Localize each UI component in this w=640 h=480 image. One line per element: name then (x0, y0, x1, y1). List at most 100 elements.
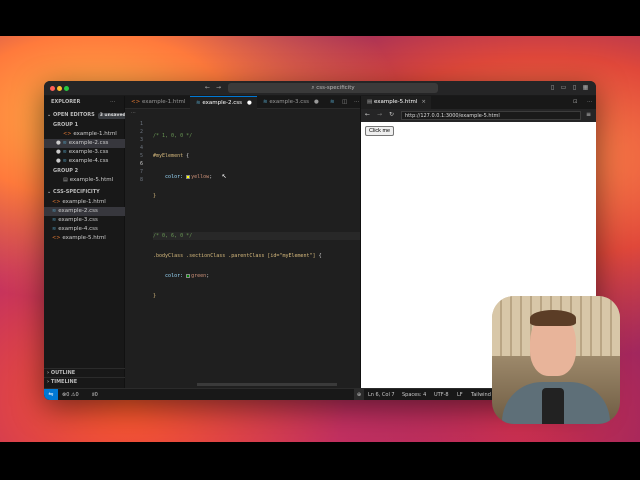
close-window-button[interactable] (50, 86, 55, 91)
tab-example-1-html[interactable]: <> example-1.html (125, 96, 190, 109)
more-actions-icon[interactable]: ··· (110, 98, 120, 107)
unsaved-dot-icon: ● (247, 100, 252, 106)
tab-example-3-css[interactable]: ≋ example-3.css ● (257, 96, 324, 109)
timeline-label: TIMELINE (50, 379, 78, 385)
project-label: CSS-SPECIFICITY (52, 189, 100, 195)
language-mode[interactable]: Tailwind (471, 389, 491, 400)
line-number: 5 (139, 153, 143, 159)
code-comment: /* 0, 6, 0 */ (153, 233, 193, 239)
open-editor-item[interactable]: ● ≋ example-4.css (44, 157, 125, 166)
open-editor-item[interactable]: <> example-1.html (44, 130, 125, 139)
css-file-icon: ≋ (52, 208, 57, 214)
layout-icon[interactable]: ▦ (582, 84, 589, 91)
indentation[interactable]: Spaces: 4 (402, 389, 426, 400)
group-2-label[interactable]: GROUP 2 (44, 167, 125, 176)
forward-arrow-icon[interactable]: → (377, 111, 382, 118)
css-file-icon: ≋ (330, 99, 335, 105)
error-count: 0 (66, 392, 70, 398)
css-file-icon: ≋ (52, 217, 57, 223)
browser-toolbar: ← → ↻ http://127.0.0.1:3000/example-5.ht… (361, 109, 596, 122)
outline-label: OUTLINE (50, 370, 76, 376)
problems-indicator[interactable]: ⊗0 ⚠0 (62, 389, 79, 400)
file-label: example-2.css (58, 208, 98, 214)
click-me-button[interactable]: Click me (365, 126, 395, 136)
end-of-line[interactable]: LF (457, 389, 463, 400)
cursor-position[interactable]: Ln 6, Col 7 (368, 389, 395, 400)
line-number: 8 (139, 177, 143, 183)
close-icon[interactable]: × (421, 99, 426, 105)
reload-icon[interactable]: ↻ (389, 111, 394, 118)
project-file-item[interactable]: <> example-1.html (44, 198, 125, 207)
css-file-icon: ≋ (52, 226, 57, 232)
code-punct: ; (206, 273, 210, 279)
url-input[interactable]: http://127.0.0.1:3000/example-5.html (401, 111, 581, 120)
file-label: example-5.html (69, 177, 114, 183)
outline-section[interactable]: › OUTLINE (44, 368, 125, 377)
html-file-icon: <> (52, 235, 61, 241)
command-center[interactable]: ⌕ css-specificity (228, 83, 438, 93)
line-number: 4 (139, 145, 143, 151)
timeline-section[interactable]: › TIMELINE (44, 377, 125, 386)
lock-icon[interactable]: ⊡ (567, 96, 579, 109)
file-label: example-2.css (68, 140, 109, 146)
file-label: example-5.html (62, 235, 106, 241)
code-punct: { (183, 153, 190, 159)
toggle-secondary-sidebar-icon[interactable]: ▯ (571, 84, 578, 91)
preview-icon: ▤ (63, 177, 68, 183)
tab-overflow[interactable]: ≋ (324, 96, 336, 109)
webcam-overlay (492, 296, 620, 424)
title-bar: ← → ⌕ css-specificity ▯ ▭ ▯ ▦ (44, 81, 596, 96)
forward-arrow-icon[interactable]: → (215, 84, 222, 91)
css-property: color: (165, 273, 184, 279)
horizontal-scrollbar[interactable] (197, 383, 337, 386)
line-number: 2 (139, 129, 143, 135)
editor-group: <> example-1.html ≋ example-2.css ● ≋ exa… (125, 96, 400, 388)
project-file-item[interactable]: <> example-5.html (44, 234, 125, 243)
encoding[interactable]: UTF-8 (434, 389, 449, 400)
toggle-sidebar-icon[interactable]: ▯ (549, 84, 556, 91)
open-editor-item[interactable]: ● ≋ example-3.css (44, 148, 125, 157)
open-editors-section[interactable]: ⌄ OPEN EDITORS 3 unsaved (44, 111, 128, 120)
open-editors-label: OPEN EDITORS (52, 112, 95, 118)
mouse-cursor-icon: ↖ (212, 171, 227, 180)
preview-tabs: ▤ example-5.html × ⊡ ··· (361, 96, 596, 109)
command-center-label: css-specificity (316, 85, 355, 91)
more-actions-icon[interactable]: ··· (581, 96, 593, 109)
split-editor-icon[interactable]: ◫ (336, 96, 348, 109)
css-selector: #myElement (153, 153, 184, 159)
toggle-panel-icon[interactable]: ▭ (560, 84, 567, 91)
color-swatch-icon[interactable] (186, 174, 191, 179)
back-arrow-icon[interactable]: ← (204, 84, 211, 91)
project-file-item[interactable]: ≋ example-2.css (44, 207, 125, 216)
remote-icon[interactable]: ⇋ (44, 389, 58, 400)
tab-example-5-html[interactable]: ▤ example-5.html × (361, 96, 431, 109)
project-file-item[interactable]: ≋ example-4.css (44, 225, 125, 234)
back-arrow-icon[interactable]: ← (365, 111, 370, 118)
open-editor-item[interactable]: ▤ example-5.html (44, 176, 125, 185)
file-label: example-4.css (58, 226, 98, 232)
color-swatch-icon[interactable] (186, 273, 191, 278)
project-section[interactable]: ⌄ CSS-SPECIFICITY (44, 188, 125, 197)
css-file-icon: ≋ (62, 140, 67, 146)
more-actions-icon[interactable]: ··· (348, 96, 360, 109)
ports-indicator[interactable]: ʬ0 (92, 389, 98, 400)
menu-icon[interactable]: ≡ (586, 111, 591, 118)
zoom-icon[interactable]: ⊕ (354, 389, 364, 400)
open-editor-item[interactable]: ● ≋ example-2.css (44, 139, 125, 148)
presenter-hair (530, 310, 576, 326)
tab-label: example-1.html (141, 99, 186, 105)
css-value: yellow (191, 174, 210, 180)
project-file-item[interactable]: ≋ example-3.css (44, 216, 125, 225)
zoom-window-button[interactable] (64, 86, 69, 91)
css-file-icon: ≋ (62, 158, 67, 164)
file-label: example-1.html (73, 131, 117, 137)
code-punct: { (315, 253, 322, 259)
tab-example-2-css[interactable]: ≋ example-2.css ● (190, 96, 257, 109)
file-label: example-4.css (68, 158, 109, 164)
code-punct: } (153, 193, 157, 199)
breadcrumb: ··· (131, 110, 136, 116)
minimize-window-button[interactable] (57, 86, 62, 91)
code-editor[interactable]: /* 1, 0, 0 */ #myElement { color: yellow… (153, 120, 363, 312)
group-1-label[interactable]: GROUP 1 (44, 121, 125, 130)
line-number: 1 (139, 121, 143, 127)
